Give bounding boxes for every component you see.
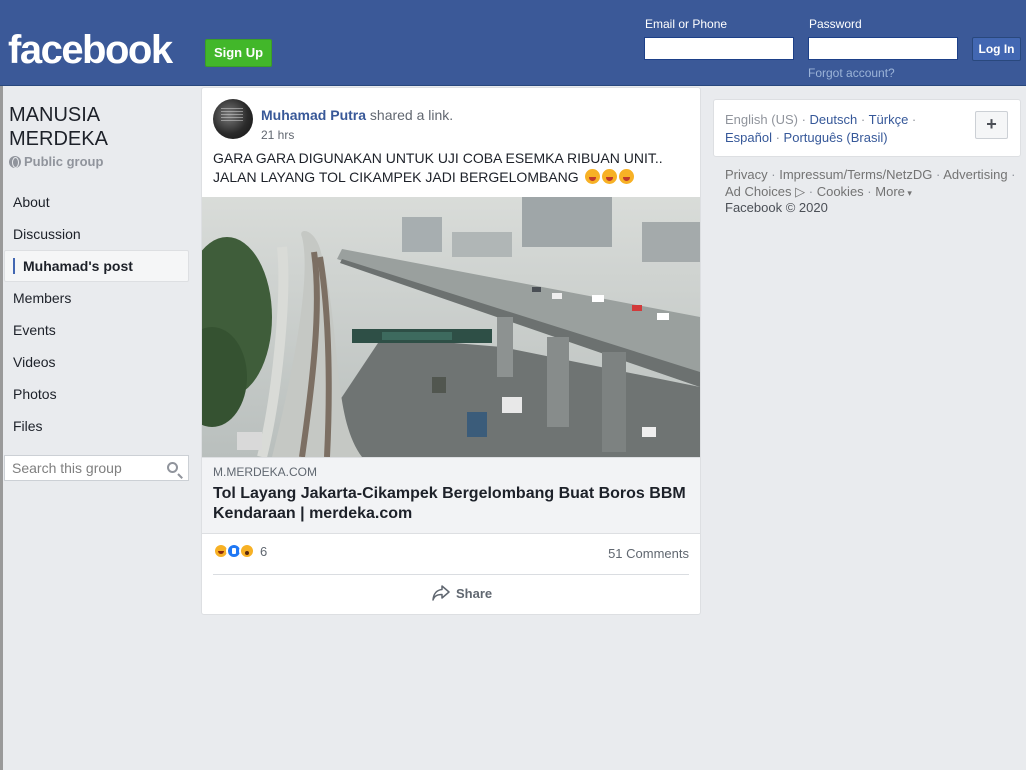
language-link[interactable]: Deutsch	[810, 112, 858, 127]
language-link[interactable]: Português (Brasil)	[784, 130, 888, 145]
post-action: shared a link.	[366, 107, 454, 123]
footer-link-more[interactable]: More	[875, 184, 905, 199]
group-title[interactable]: MANUSIA MERDEKA	[9, 103, 189, 151]
language-link[interactable]: Español	[725, 130, 772, 145]
post-text-line: JALAN LAYANG TOL CIKAMPEK JADI BERGELOMB…	[213, 169, 579, 185]
email-label: Email or Phone	[645, 17, 728, 31]
footer-link-advertising[interactable]: Advertising	[943, 167, 1007, 182]
elevated-toll-road-photo	[202, 197, 700, 457]
log-in-button[interactable]: Log In	[972, 37, 1021, 61]
search-icon[interactable]	[167, 462, 178, 473]
group-nav: About Discussion Muhamad's post Members …	[4, 186, 189, 442]
nav-item-post[interactable]: Muhamad's post	[4, 250, 189, 282]
footer-link-privacy[interactable]: Privacy	[725, 167, 768, 182]
post-header: Muhamad Putra shared a link.	[261, 107, 453, 123]
post-text: GARA GARA DIGUNAKAN UNTUK UJI COBA ESEMK…	[213, 149, 693, 187]
author-avatar[interactable]	[213, 99, 253, 139]
link-title[interactable]: Tol Layang Jakarta-Cikampek Bergelombang…	[213, 484, 693, 524]
footer-link-ad-choices[interactable]: Ad Choices	[725, 184, 791, 199]
nav-item-videos[interactable]: Videos	[4, 346, 189, 378]
facebook-logo[interactable]: facebook	[8, 26, 173, 74]
winking-tongue-emoji-icon	[601, 169, 617, 184]
window-left-border	[0, 0, 3, 770]
comments-count-link[interactable]: 51 Comments	[608, 546, 689, 561]
top-bar: facebook Sign Up Email or Phone Password…	[0, 0, 1026, 86]
footer-links: Privacy · Impressum/Terms/NetzDG · Adver…	[725, 167, 1016, 199]
nav-item-files[interactable]: Files	[4, 410, 189, 442]
link-preview-image[interactable]	[202, 197, 700, 457]
language-list: English (US) · Deutsch · Türkçe · Españo…	[725, 112, 917, 145]
share-arrow-icon	[432, 585, 450, 601]
globe-icon	[9, 155, 21, 168]
nav-item-about[interactable]: About	[4, 186, 189, 218]
caret-down-icon: ▾	[904, 188, 912, 198]
footer-link-terms[interactable]: Impressum/Terms/NetzDG	[779, 167, 932, 182]
winking-tongue-emoji-icon	[584, 169, 600, 184]
post-divider	[213, 574, 689, 575]
ad-choices-icon: ▷	[795, 184, 806, 199]
winking-tongue-emoji-icon	[618, 169, 634, 184]
email-field[interactable]	[644, 37, 794, 60]
group-search	[4, 455, 189, 481]
nav-item-events[interactable]: Events	[4, 314, 189, 346]
post-card: Muhamad Putra shared a link. 21 hrs GARA…	[201, 87, 701, 615]
language-link[interactable]: Türkçe	[869, 112, 909, 127]
nav-item-discussion[interactable]: Discussion	[4, 218, 189, 250]
link-domain: M.MERDEKA.COM	[213, 465, 318, 479]
footer-link-cookies[interactable]: Cookies	[817, 184, 864, 199]
nav-item-members[interactable]: Members	[4, 282, 189, 314]
forgot-account-link[interactable]: Forgot account?	[808, 66, 895, 80]
link-preview-meta[interactable]: M.MERDEKA.COM Tol Layang Jakarta-Cikampe…	[202, 457, 700, 534]
reaction-count: 6	[260, 543, 268, 559]
share-label: Share	[456, 585, 493, 601]
group-privacy: Public group	[9, 154, 103, 169]
password-label: Password	[809, 17, 862, 31]
current-language: English (US)	[725, 112, 798, 127]
language-selector: English (US) · Deutsch · Türkçe · Españo…	[713, 99, 1021, 157]
author-name[interactable]: Muhamad Putra	[261, 107, 366, 123]
share-button[interactable]: Share	[432, 585, 492, 601]
password-field[interactable]	[808, 37, 958, 60]
group-search-input[interactable]	[5, 456, 155, 480]
nav-item-photos[interactable]: Photos	[4, 378, 189, 410]
sign-up-button[interactable]: Sign Up	[205, 39, 272, 67]
reactions-summary[interactable]: 6	[213, 543, 267, 559]
group-type-label: Public group	[24, 154, 104, 169]
post-timestamp[interactable]: 21 hrs	[261, 128, 294, 142]
post-text-line: GARA GARA DIGUNAKAN UNTUK UJI COBA ESEMK…	[213, 150, 663, 166]
more-languages-button[interactable]: +	[975, 111, 1008, 139]
wow-reaction-icon	[239, 543, 255, 559]
copyright: Facebook © 2020	[725, 200, 828, 215]
